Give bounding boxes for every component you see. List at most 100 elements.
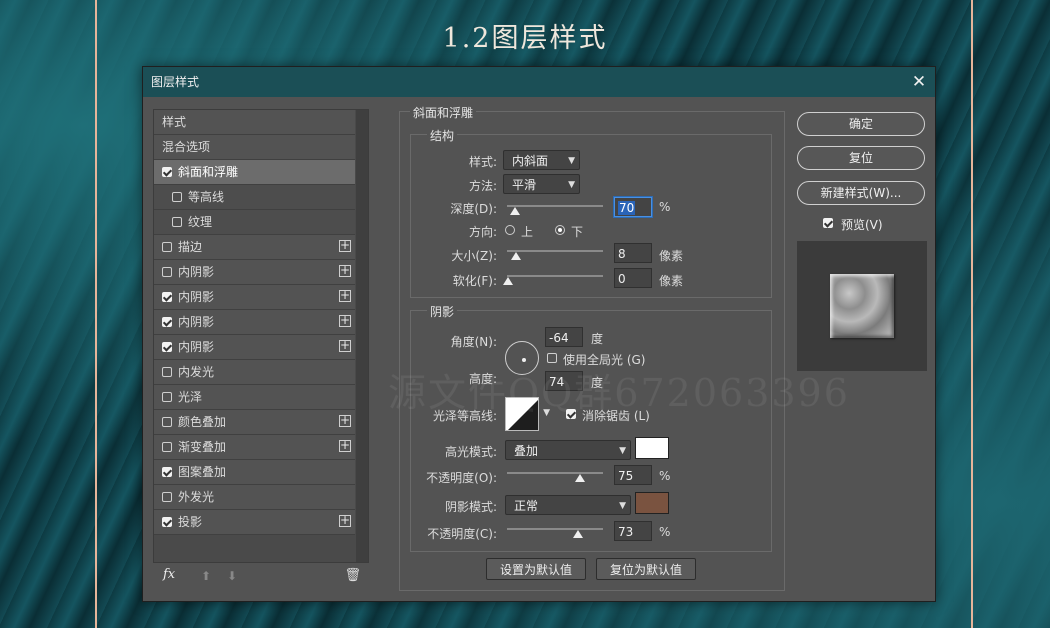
arrow-down-icon[interactable]: ⬇ bbox=[227, 569, 237, 583]
add-effect-icon[interactable]: + bbox=[339, 314, 351, 327]
style-list-label: 等高线 bbox=[188, 190, 225, 204]
add-effect-icon[interactable]: + bbox=[339, 289, 351, 302]
soften-input[interactable]: 0 bbox=[614, 268, 652, 288]
shadow-color-swatch[interactable] bbox=[635, 492, 669, 514]
size-slider-thumb[interactable] bbox=[511, 252, 521, 260]
size-input[interactable]: 8 bbox=[614, 243, 652, 263]
style-list-item[interactable]: 外发光 bbox=[154, 485, 355, 510]
altitude-unit: 度 bbox=[591, 376, 604, 390]
style-list-item[interactable]: 内阴影 + bbox=[154, 335, 355, 360]
add-effect-icon[interactable]: + bbox=[339, 339, 351, 352]
depth-input[interactable]: 70 bbox=[614, 197, 652, 217]
shadow-opacity-slider-thumb[interactable] bbox=[573, 530, 583, 538]
contour-curve-icon bbox=[508, 400, 538, 430]
style-preview bbox=[797, 241, 927, 371]
style-checkbox[interactable] bbox=[162, 441, 172, 452]
style-checkbox[interactable] bbox=[162, 316, 172, 327]
reset-button[interactable]: 复位 bbox=[797, 146, 925, 170]
close-icon[interactable]: ✕ bbox=[909, 67, 929, 97]
soften-slider-thumb[interactable] bbox=[503, 277, 513, 285]
style-checkbox[interactable] bbox=[172, 216, 182, 227]
style-checkbox[interactable] bbox=[162, 366, 172, 377]
style-list-item[interactable]: 图案叠加 bbox=[154, 460, 355, 485]
style-list-item[interactable]: 内发光 bbox=[154, 360, 355, 385]
depth-slider[interactable] bbox=[507, 205, 603, 207]
size-slider[interactable] bbox=[507, 250, 603, 252]
gloss-contour-swatch[interactable] bbox=[505, 397, 539, 431]
depth-unit: % bbox=[659, 200, 671, 214]
style-list-label: 描边 bbox=[178, 240, 203, 254]
style-checkbox[interactable] bbox=[162, 516, 172, 527]
style-checkbox[interactable] bbox=[162, 291, 172, 302]
shadow-opacity-slider[interactable] bbox=[507, 528, 603, 530]
chevron-down-icon: ▼ bbox=[568, 156, 575, 166]
angle-unit: 度 bbox=[591, 332, 604, 346]
add-effect-icon[interactable]: + bbox=[339, 239, 351, 252]
add-effect-icon[interactable]: + bbox=[339, 439, 351, 452]
style-list-label: 渐变叠加 bbox=[178, 440, 227, 454]
style-list-item[interactable]: 等高线 bbox=[154, 185, 355, 210]
preview-checkbox[interactable] bbox=[823, 218, 833, 228]
style-list-item[interactable]: 渐变叠加 + bbox=[154, 435, 355, 460]
style-list-items: 样式 混合选项 斜面和浮雕 等高线 纹理 描边 + 内阴影 + 内阴影 + 内阴影 + 内阴影 + 内发光 光泽… bbox=[154, 110, 355, 535]
angle-input[interactable]: -64 bbox=[545, 327, 583, 347]
chevron-down-icon: ▼ bbox=[619, 446, 626, 456]
new-style-button[interactable]: 新建样式(W)... bbox=[797, 181, 925, 205]
style-checkbox[interactable] bbox=[162, 266, 172, 277]
style-checkbox[interactable] bbox=[162, 241, 172, 252]
style-checkbox[interactable] bbox=[162, 166, 172, 177]
highlight-opacity-input[interactable]: 75 bbox=[614, 465, 652, 485]
style-list-item[interactable]: 描边 + bbox=[154, 235, 355, 260]
technique-select[interactable]: 平滑 ▼ bbox=[503, 174, 580, 194]
style-list-item[interactable]: 斜面和浮雕 bbox=[154, 160, 355, 185]
highlight-opacity-slider-thumb[interactable] bbox=[575, 474, 585, 482]
style-checkbox[interactable] bbox=[162, 466, 172, 477]
trash-icon[interactable]: 🗑 bbox=[344, 568, 361, 583]
soften-slider[interactable] bbox=[507, 275, 603, 277]
technique-value: 平滑 bbox=[512, 178, 537, 192]
style-list-item[interactable]: 纹理 bbox=[154, 210, 355, 235]
bevel-style-select[interactable]: 内斜面 ▼ bbox=[503, 150, 580, 170]
shading-title: 阴影 bbox=[427, 303, 458, 320]
shadow-opacity-input[interactable]: 73 bbox=[614, 521, 652, 541]
direction-down-radio[interactable] bbox=[555, 225, 565, 235]
depth-slider-thumb[interactable] bbox=[510, 207, 520, 215]
direction-up-radio[interactable] bbox=[505, 225, 515, 235]
style-list-item[interactable]: 内阴影 + bbox=[154, 260, 355, 285]
ok-button[interactable]: 确定 bbox=[797, 112, 925, 136]
add-effect-icon[interactable]: + bbox=[339, 264, 351, 277]
preview-label: 预览(V) bbox=[841, 218, 883, 232]
style-checkbox[interactable] bbox=[172, 191, 182, 202]
style-list-item[interactable]: 颜色叠加 + bbox=[154, 410, 355, 435]
highlight-mode-select[interactable]: 叠加 ▼ bbox=[505, 440, 631, 460]
style-list-item[interactable]: 投影 + bbox=[154, 510, 355, 535]
style-list-item[interactable]: 样式 bbox=[154, 110, 355, 135]
altitude-input[interactable]: 74 bbox=[545, 371, 583, 391]
depth-label: 深度(D): bbox=[450, 202, 497, 216]
gloss-contour-dropdown[interactable]: ▼ bbox=[539, 403, 551, 425]
dialog-title: 图层样式 bbox=[151, 75, 200, 89]
style-checkbox[interactable] bbox=[162, 391, 172, 402]
highlight-opacity-slider[interactable] bbox=[507, 472, 603, 474]
reset-default-button[interactable]: 复位为默认值 bbox=[596, 558, 696, 580]
highlight-color-swatch[interactable] bbox=[635, 437, 669, 459]
antialias-checkbox[interactable] bbox=[566, 409, 576, 419]
style-list-item[interactable]: 内阴影 + bbox=[154, 310, 355, 335]
add-effect-icon[interactable]: + bbox=[339, 414, 351, 427]
add-effect-icon[interactable]: + bbox=[339, 514, 351, 527]
style-list-item[interactable]: 光泽 bbox=[154, 385, 355, 410]
style-list-item[interactable]: 内阴影 + bbox=[154, 285, 355, 310]
angle-dial[interactable] bbox=[505, 341, 539, 375]
style-checkbox[interactable] bbox=[162, 491, 172, 502]
arrow-up-icon[interactable]: ⬆ bbox=[201, 569, 211, 583]
shadow-mode-select[interactable]: 正常 ▼ bbox=[505, 495, 631, 515]
fx-button[interactable]: fx bbox=[163, 567, 175, 582]
style-checkbox[interactable] bbox=[162, 341, 172, 352]
global-light-checkbox[interactable] bbox=[547, 353, 557, 363]
style-list-scrollbar[interactable] bbox=[356, 110, 368, 562]
chevron-down-icon: ▼ bbox=[619, 501, 626, 511]
style-checkbox[interactable] bbox=[162, 416, 172, 427]
style-list-item[interactable]: 混合选项 bbox=[154, 135, 355, 160]
highlight-mode-value: 叠加 bbox=[514, 444, 539, 458]
make-default-button[interactable]: 设置为默认值 bbox=[486, 558, 586, 580]
